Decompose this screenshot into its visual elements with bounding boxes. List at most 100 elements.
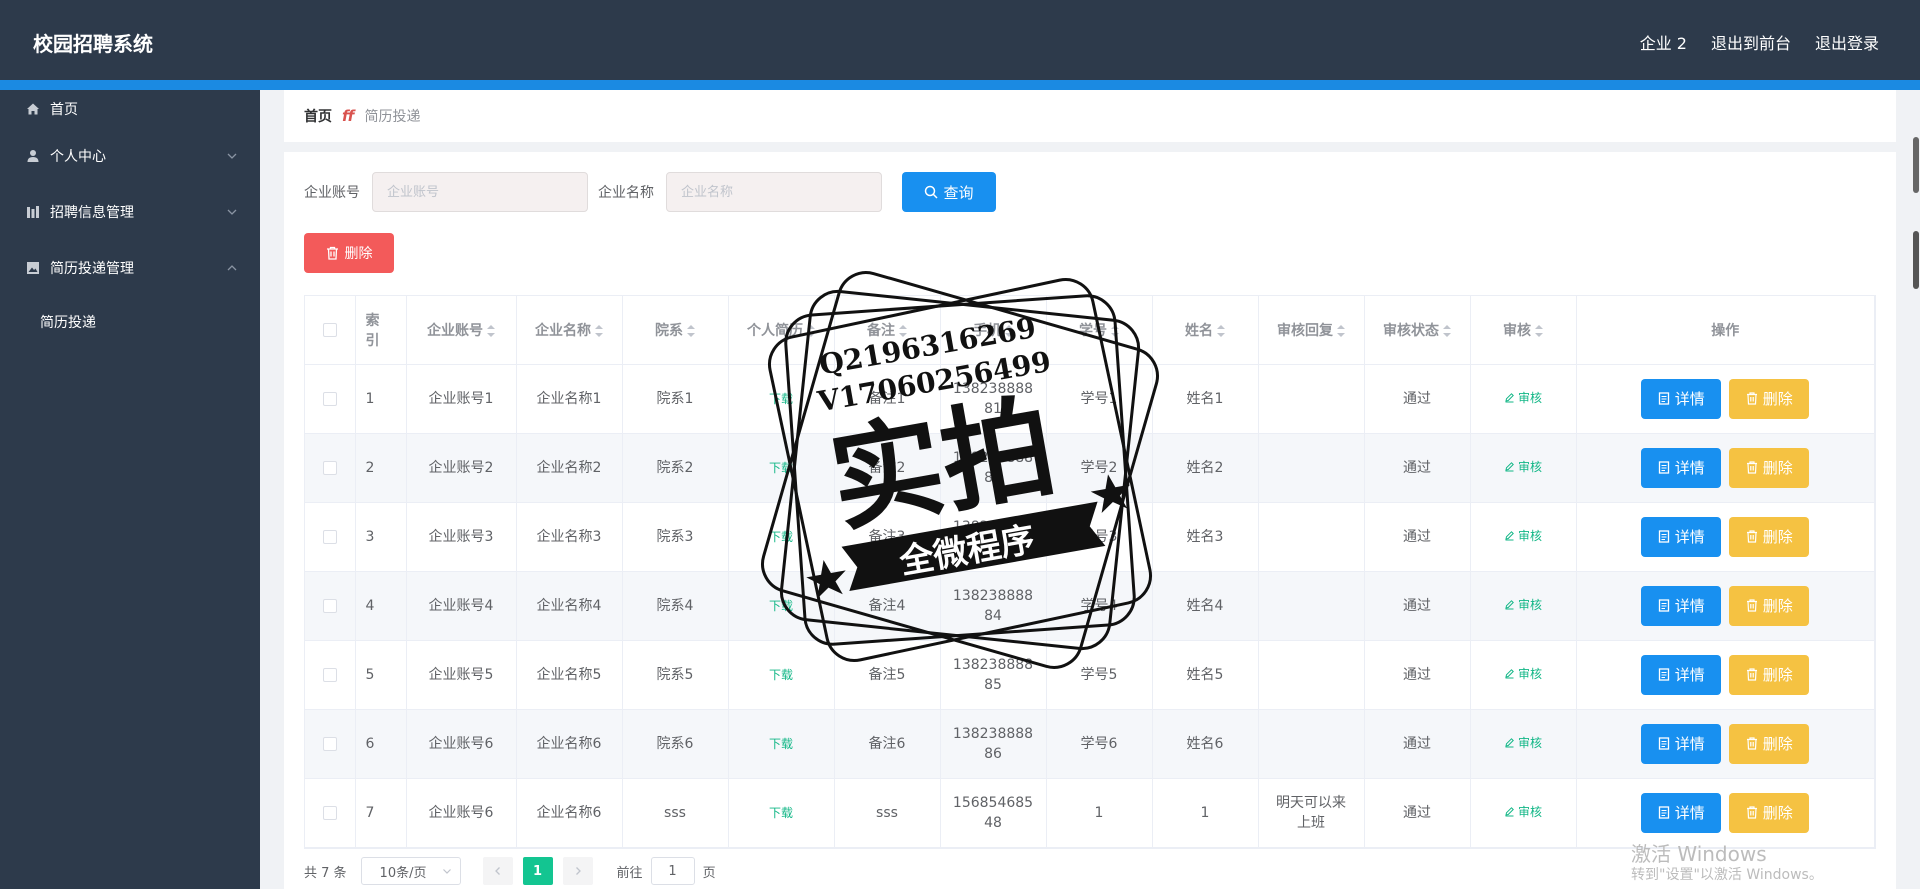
delete-button[interactable]: 删除: [1729, 585, 1810, 626]
download-link[interactable]: 下载: [769, 806, 793, 820]
ops-cell: 详情 删除: [1576, 502, 1875, 572]
page-size-select[interactable]: 10条/页: [360, 857, 461, 885]
dept-cell: 院系6: [622, 709, 729, 779]
col-student-no[interactable]: 学号: [1046, 296, 1153, 365]
detail-button[interactable]: 详情: [1641, 447, 1722, 488]
sort-caret-icon[interactable]: [1443, 324, 1451, 337]
detail-button[interactable]: 详情: [1641, 723, 1722, 764]
audit-link[interactable]: 审核: [1504, 457, 1542, 477]
delete-button[interactable]: 删除: [1729, 654, 1810, 695]
detail-button[interactable]: 详情: [1641, 654, 1722, 695]
trash-icon: [1746, 530, 1757, 543]
detail-button[interactable]: 详情: [1641, 585, 1722, 626]
audit-link[interactable]: 审核: [1504, 802, 1542, 822]
sidebar-subitem-resume-delivery[interactable]: 简历投递: [0, 296, 260, 348]
trash-icon: [1746, 737, 1757, 750]
sort-caret-icon[interactable]: [807, 324, 815, 337]
ops-cell: 详情 删除: [1576, 709, 1875, 779]
col-remark[interactable]: 备注: [834, 296, 941, 365]
col-student-name[interactable]: 姓名: [1152, 296, 1259, 365]
phone-text: 81: [984, 400, 1002, 417]
company-name-cell: 企业名称2: [516, 433, 623, 503]
edit-icon: [1505, 531, 1514, 541]
row-checkbox[interactable]: [322, 667, 337, 682]
sort-caret-icon[interactable]: [1337, 324, 1345, 337]
col-reply[interactable]: 审核回复: [1258, 296, 1365, 365]
row-checkbox[interactable]: [322, 805, 337, 820]
phone-cell: 138238888 81: [940, 364, 1047, 434]
delete-button[interactable]: 删除: [1729, 378, 1810, 419]
sort-caret-icon[interactable]: [1005, 324, 1013, 337]
download-link[interactable]: 下载: [769, 530, 793, 544]
sort-caret-icon[interactable]: [595, 324, 603, 337]
phone-cell: 138238888 84: [940, 571, 1047, 641]
row-checkbox[interactable]: [322, 391, 337, 406]
audit-link[interactable]: 审核: [1504, 526, 1542, 546]
col-account[interactable]: 企业账号: [406, 296, 517, 365]
download-link[interactable]: 下载: [769, 461, 793, 475]
goto-page-input[interactable]: [650, 857, 695, 885]
sort-caret-icon[interactable]: [687, 324, 695, 337]
download-link[interactable]: 下载: [769, 392, 793, 406]
detail-button[interactable]: 详情: [1641, 792, 1722, 833]
resume-cell: 下载: [728, 433, 835, 503]
current-user-link[interactable]: 企业 2: [1640, 30, 1687, 54]
account-cell: 企业账号4: [406, 571, 517, 641]
phone-text: 156854685: [952, 794, 1034, 811]
bulk-delete-button[interactable]: 删除: [304, 233, 394, 273]
sidebar-item-resume-management[interactable]: 简历投递管理: [0, 240, 260, 296]
col-resume[interactable]: 个人简历: [728, 296, 835, 365]
prev-page-button[interactable]: [482, 857, 513, 885]
delete-button[interactable]: 删除: [1729, 447, 1810, 488]
exit-to-front-link[interactable]: 退出到前台: [1711, 30, 1791, 54]
breadcrumb-home[interactable]: 首页: [304, 106, 332, 126]
col-status[interactable]: 审核状态: [1364, 296, 1471, 365]
delete-button[interactable]: 删除: [1729, 723, 1810, 764]
sort-caret-icon[interactable]: [1111, 324, 1119, 337]
detail-button[interactable]: 详情: [1641, 378, 1722, 419]
query-button[interactable]: 查询: [902, 172, 996, 212]
detail-button[interactable]: 详情: [1641, 516, 1722, 557]
student-name-cell: 姓名1: [1152, 364, 1259, 434]
audit-link[interactable]: 审核: [1504, 733, 1542, 753]
delete-button[interactable]: 删除: [1729, 792, 1810, 833]
sort-caret-icon[interactable]: [487, 324, 495, 337]
row-checkbox[interactable]: [322, 736, 337, 751]
sidebar-item-recruitment[interactable]: 招聘信息管理: [0, 184, 260, 240]
sidebar-item-home[interactable]: 首页: [0, 90, 260, 128]
next-page-button[interactable]: [562, 857, 593, 885]
account-cell: 企业账号6: [406, 709, 517, 779]
logout-link[interactable]: 退出登录: [1815, 30, 1879, 54]
account-search-input[interactable]: [372, 172, 588, 212]
sort-caret-icon[interactable]: [1535, 324, 1543, 337]
sort-caret-icon[interactable]: [899, 324, 907, 337]
audit-cell: 审核: [1470, 364, 1577, 434]
page-scrollbar-thumb[interactable]: [1913, 137, 1919, 193]
row-checkbox[interactable]: [322, 598, 337, 613]
download-link[interactable]: 下载: [769, 737, 793, 751]
col-dept[interactable]: 院系: [622, 296, 729, 365]
name-search-input[interactable]: [666, 172, 882, 212]
col-name[interactable]: 企业名称: [516, 296, 623, 365]
select-all-checkbox[interactable]: [322, 322, 337, 337]
sidebar-item-personal-center[interactable]: 个人中心: [0, 128, 260, 184]
row-checkbox[interactable]: [322, 529, 337, 544]
audit-link[interactable]: 审核: [1504, 388, 1542, 408]
col-audit[interactable]: 审核: [1470, 296, 1577, 365]
audit-link[interactable]: 审核: [1504, 664, 1542, 684]
query-button-label: 查询: [943, 183, 974, 202]
download-link[interactable]: 下载: [769, 668, 793, 682]
page-number-button[interactable]: 1: [522, 857, 553, 885]
row-checkbox[interactable]: [322, 460, 337, 475]
download-link[interactable]: 下载: [769, 599, 793, 613]
delete-button[interactable]: 删除: [1729, 516, 1810, 557]
status-cell: 通过: [1364, 709, 1471, 779]
audit-link[interactable]: 审核: [1504, 595, 1542, 615]
reply-text: 明天可以来: [1276, 794, 1346, 811]
header-nav: 企业 2 退出到前台 退出登录: [1640, 30, 1879, 54]
sort-caret-icon[interactable]: [1217, 324, 1225, 337]
col-phone[interactable]: 手机: [940, 296, 1047, 365]
trash-icon: [1746, 392, 1757, 405]
panel-scrollbar-thumb[interactable]: [1913, 231, 1919, 289]
sidebar-item-label: 简历投递管理: [50, 261, 134, 277]
